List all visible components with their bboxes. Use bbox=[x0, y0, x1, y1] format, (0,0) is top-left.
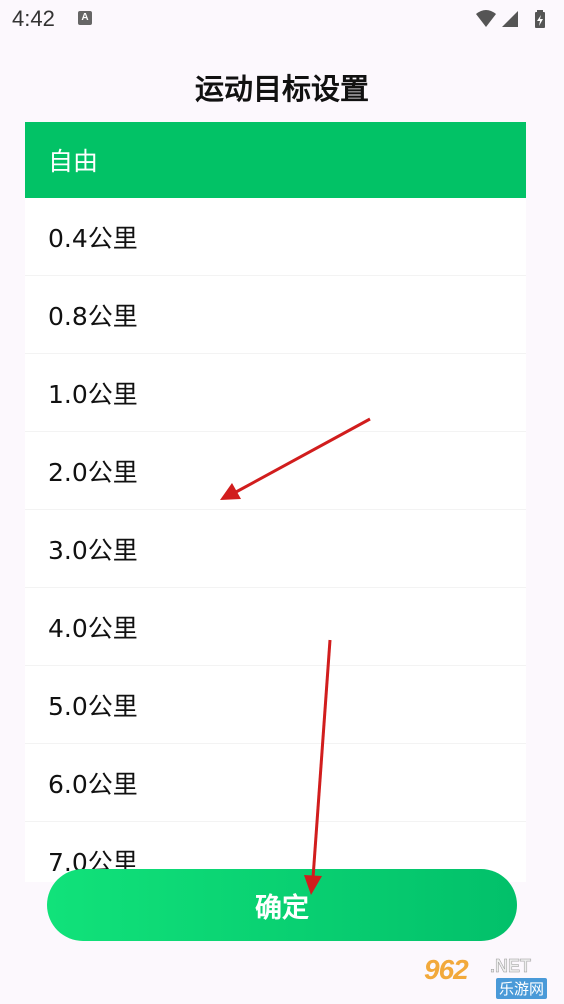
status-bar: 4:42 A bbox=[0, 0, 564, 38]
option-0-8km[interactable]: 0.8公里 bbox=[25, 276, 526, 354]
option-3-0km[interactable]: 3.0公里 bbox=[25, 510, 526, 588]
status-time: 4:42 bbox=[12, 6, 55, 31]
distance-option-list[interactable]: 自由 0.4公里 0.8公里 1.0公里 2.0公里 3.0公里 4.0公里 5… bbox=[25, 122, 526, 882]
watermark-site-name: 乐游网 bbox=[496, 978, 548, 999]
option-0-4km[interactable]: 0.4公里 bbox=[25, 198, 526, 276]
notification-icon: A bbox=[78, 11, 92, 25]
site-watermark-logo: 962 .NET 乐游网 bbox=[424, 954, 558, 1000]
status-icons bbox=[476, 10, 545, 28]
cellular-signal-icon bbox=[502, 11, 518, 27]
confirm-button[interactable]: 确定 bbox=[47, 869, 517, 941]
battery-charging-icon bbox=[535, 10, 545, 28]
watermark-suffix: .NET bbox=[490, 956, 532, 977]
option-1-0km[interactable]: 1.0公里 bbox=[25, 354, 526, 432]
option-6-0km[interactable]: 6.0公里 bbox=[25, 744, 526, 822]
page-title: 运动目标设置 bbox=[194, 72, 369, 106]
wifi-icon bbox=[476, 10, 496, 27]
watermark-number: 962 bbox=[424, 954, 469, 985]
option-free[interactable]: 自由 bbox=[25, 122, 526, 198]
option-2-0km[interactable]: 2.0公里 bbox=[25, 432, 526, 510]
option-5-0km[interactable]: 5.0公里 bbox=[25, 666, 526, 744]
option-4-0km[interactable]: 4.0公里 bbox=[25, 588, 526, 666]
